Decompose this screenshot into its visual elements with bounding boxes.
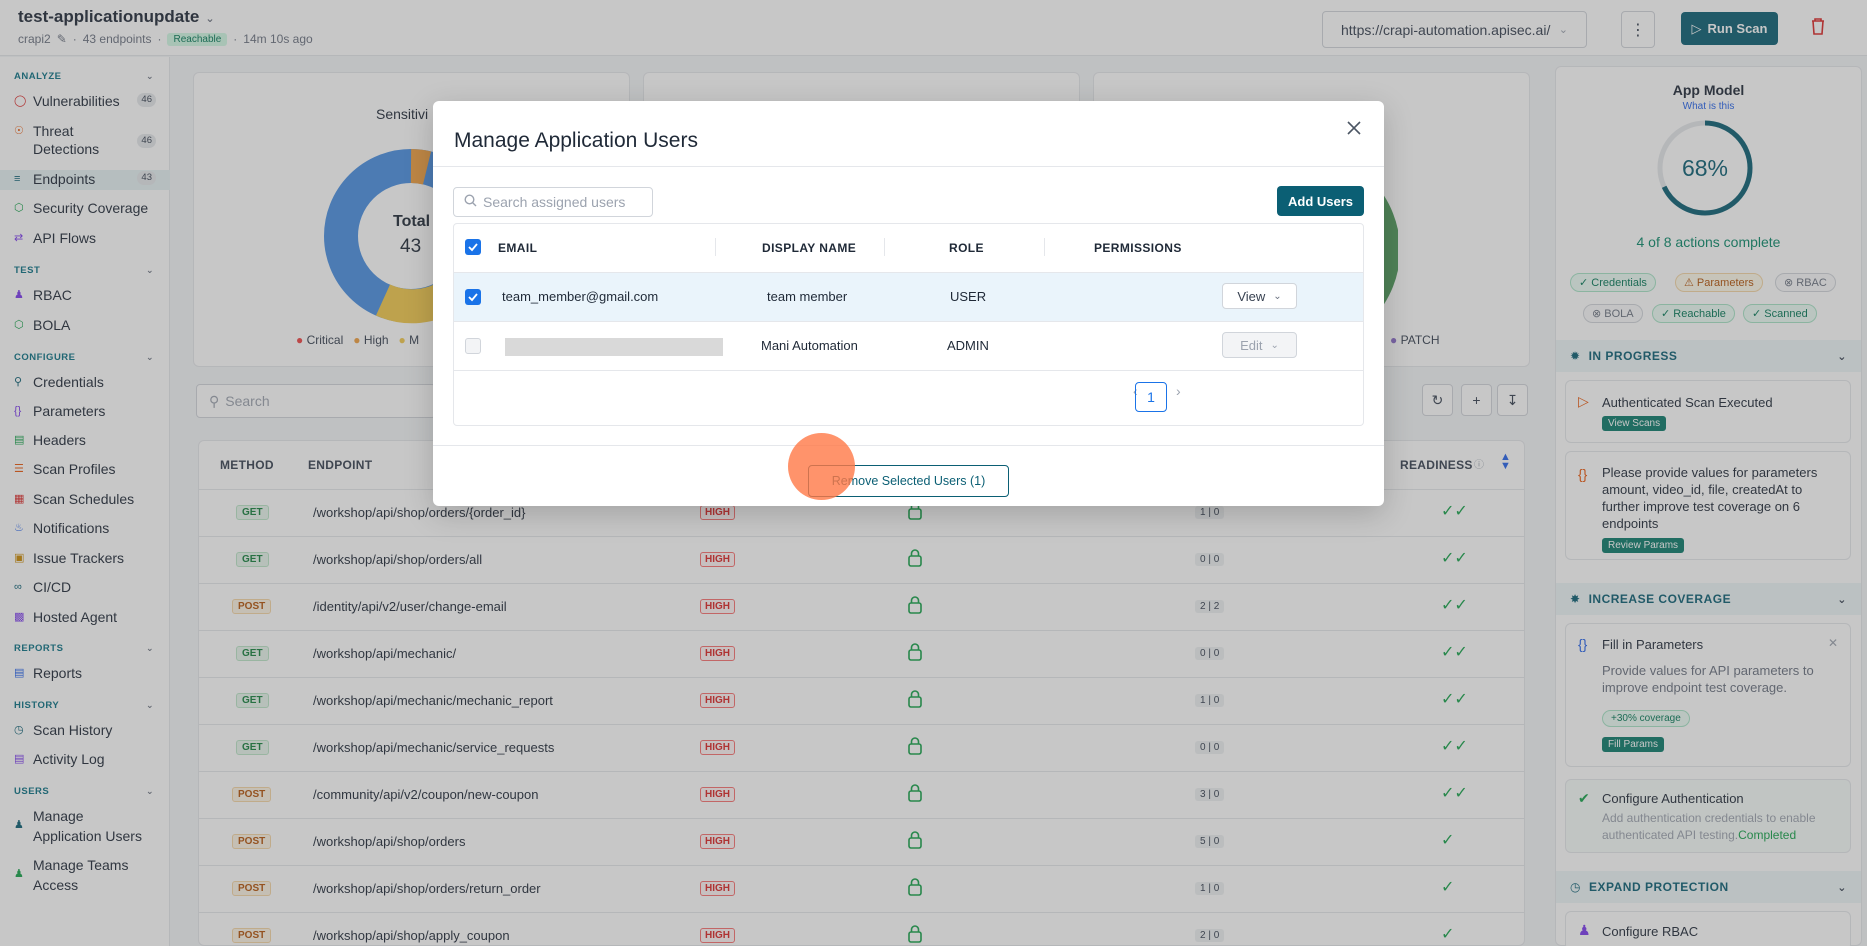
users-table: EMAIL DISPLAY NAME ROLE PERMISSIONS team… <box>453 223 1364 426</box>
next-page-icon[interactable]: › <box>1176 383 1181 399</box>
select-all-checkbox[interactable] <box>465 239 481 255</box>
search-input[interactable] <box>483 194 648 210</box>
modal-footer-divider <box>433 445 1384 446</box>
row-checkbox[interactable] <box>465 338 481 354</box>
permission-select[interactable]: View ⌄ <box>1222 283 1297 309</box>
manage-users-modal: Manage Application Users Add Users EMAIL… <box>433 101 1384 506</box>
col-display-name: DISPLAY NAME <box>762 241 857 255</box>
modal-divider <box>433 166 1384 167</box>
search-icon <box>464 194 477 210</box>
click-indicator <box>788 433 855 500</box>
add-users-button[interactable]: Add Users <box>1277 186 1364 216</box>
col-email: EMAIL <box>498 241 538 255</box>
assigned-users-search[interactable] <box>453 187 653 217</box>
user-role: USER <box>950 289 987 304</box>
row-checkbox[interactable] <box>465 289 481 305</box>
chevron-down-icon: ⌄ <box>1273 290 1282 302</box>
chevron-down-icon: ⌄ <box>1270 339 1279 351</box>
user-row[interactable]: team_member@gmail.com team member USER V… <box>454 272 1363 321</box>
modal-title: Manage Application Users <box>454 129 698 152</box>
permission-select: Edit ⌄ <box>1222 332 1297 358</box>
close-icon[interactable] <box>1343 117 1365 139</box>
col-permissions: PERMISSIONS <box>1094 241 1182 255</box>
col-role: ROLE <box>949 241 984 255</box>
user-row[interactable]: Mani Automation ADMIN Edit ⌄ <box>454 321 1363 370</box>
redacted-email <box>505 338 723 356</box>
user-display-name: Mani Automation <box>761 338 858 353</box>
page-number[interactable]: 1 <box>1135 382 1167 412</box>
user-display-name: team member <box>767 289 848 304</box>
user-role: ADMIN <box>947 338 989 353</box>
user-email: team_member@gmail.com <box>502 289 659 304</box>
